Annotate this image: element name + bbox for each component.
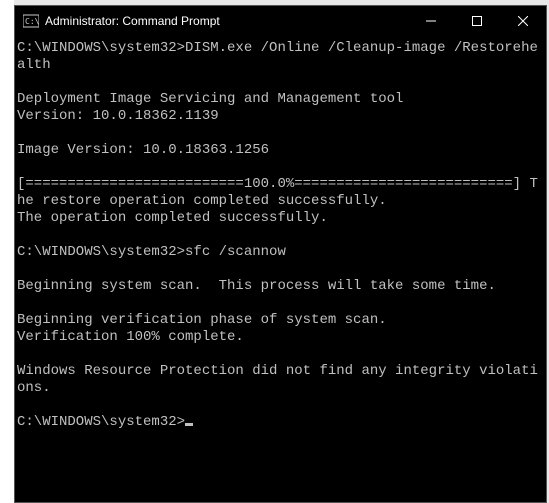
svg-text:C:\: C:\ <box>25 17 39 26</box>
terminal-line: Beginning system scan. This process will… <box>17 278 496 294</box>
window-title: Administrator: Command Prompt <box>45 14 408 28</box>
command-prompt-window: C:\ Administrator: Command Prompt C:\WIN… <box>14 5 547 503</box>
terminal-line: C:\WINDOWS\system32>DISM.exe /Online /Cl… <box>17 40 538 73</box>
terminal-line: Version: 10.0.18362.1139 <box>17 108 219 124</box>
terminal-line: Beginning verification phase of system s… <box>17 312 387 328</box>
window-controls <box>408 6 546 36</box>
cmd-icon: C:\ <box>23 13 39 29</box>
maximize-button[interactable] <box>454 6 500 36</box>
terminal-line: The operation completed successfully. <box>17 210 328 226</box>
terminal-line: Verification 100% complete. <box>17 329 244 345</box>
minimize-button[interactable] <box>408 6 454 36</box>
cursor <box>185 423 193 426</box>
terminal-line: Image Version: 10.0.18363.1256 <box>17 142 269 158</box>
terminal-line: C:\WINDOWS\system32>sfc /scannow <box>17 244 286 260</box>
terminal-prompt: C:\WINDOWS\system32> <box>17 414 185 430</box>
titlebar[interactable]: C:\ Administrator: Command Prompt <box>15 6 546 36</box>
background-window-fragment <box>0 0 14 503</box>
close-button[interactable] <box>500 6 546 36</box>
terminal-line: Deployment Image Servicing and Managemen… <box>17 91 403 107</box>
terminal-line: Windows Resource Protection did not find… <box>17 363 538 396</box>
terminal-line: [==========================100.0%=======… <box>17 176 538 209</box>
terminal-output[interactable]: C:\WINDOWS\system32>DISM.exe /Online /Cl… <box>15 36 546 502</box>
